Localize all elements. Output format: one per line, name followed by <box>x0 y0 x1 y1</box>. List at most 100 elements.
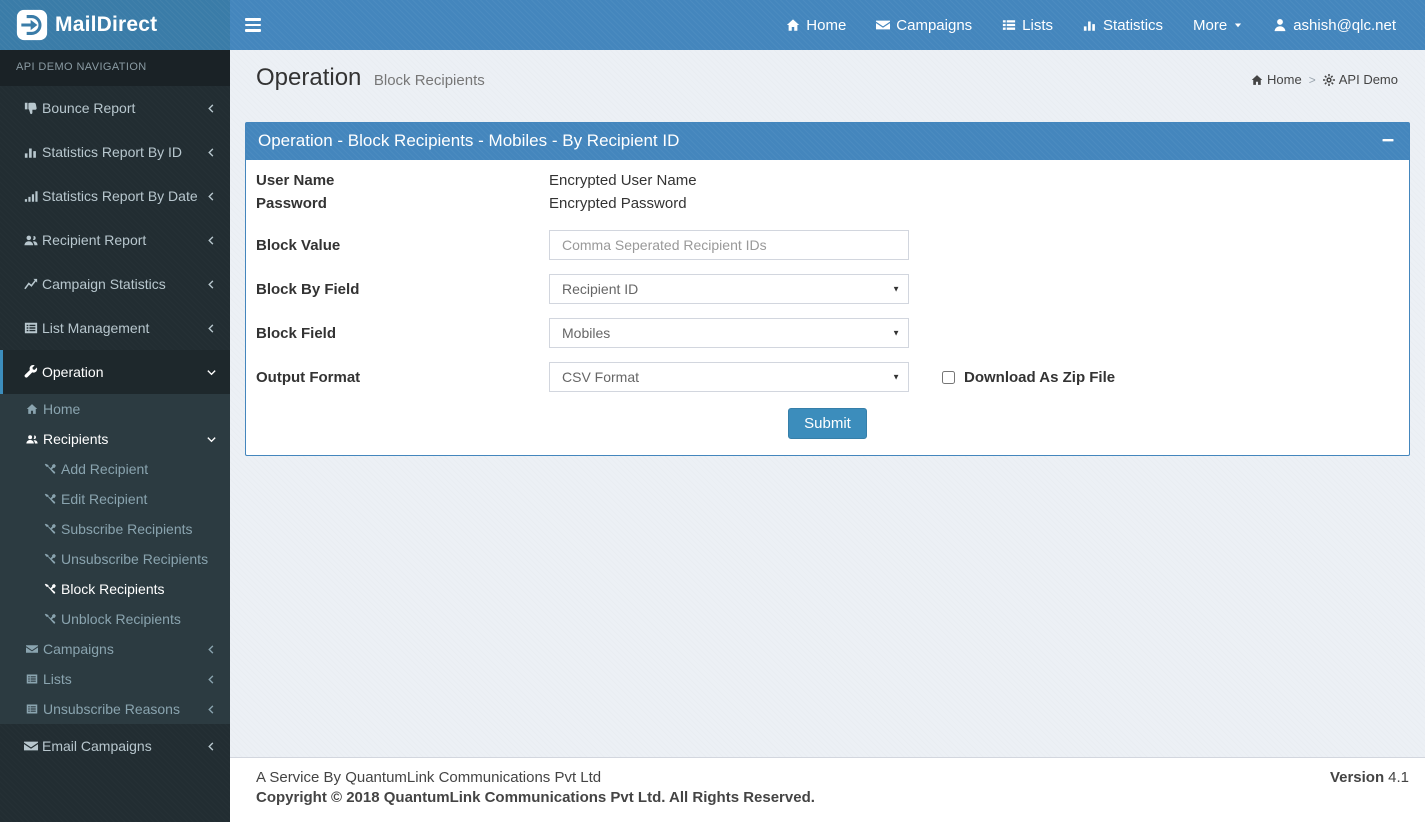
sidebar-item-label: Statistics Report By Date <box>42 188 198 204</box>
download-zip-checkbox[interactable] <box>942 370 955 384</box>
home-icon <box>26 404 38 414</box>
sidebar-item-operation-lists[interactable]: Lists <box>0 664 230 694</box>
wrench-icon <box>24 365 38 378</box>
collapse-minus-icon[interactable] <box>1381 133 1395 147</box>
content-header: Operation Block Recipients Home > API De… <box>230 50 1425 108</box>
sidebar-item-block-recipients[interactable]: Block Recipients <box>0 574 230 604</box>
main-header: MailDirect Home Campaigns Lists Statisti… <box>0 0 1425 50</box>
page-title: Operation <box>256 64 362 91</box>
sidebar-item-label: Lists <box>43 671 72 687</box>
block-value-row: Block Value <box>256 230 1399 260</box>
password-row: Password Encrypted Password <box>256 195 1399 212</box>
brand-logo[interactable]: MailDirect <box>0 0 230 50</box>
block-field-select-wrap: Mobiles <box>549 318 909 348</box>
sidebar-item-operation-campaigns[interactable]: Campaigns <box>0 634 230 664</box>
content-body: Operation - Block Recipients - Mobiles -… <box>230 122 1425 456</box>
sidebar-item-label: Add Recipient <box>61 461 149 477</box>
sidebar-item-label: Edit Recipient <box>61 491 148 507</box>
list-icon <box>26 704 38 714</box>
output-format-label: Output Format <box>256 368 361 386</box>
chevron-left-icon <box>208 674 214 684</box>
sidebar-item-unsubscribe-reasons[interactable]: Unsubscribe Reasons <box>0 694 230 724</box>
sidebar-item-bounce-report[interactable]: Bounce Report <box>0 86 230 130</box>
nav-user-label: ashish@qlc.net <box>1293 16 1396 34</box>
nav-more[interactable]: More <box>1178 0 1258 50</box>
panel-heading: Operation - Block Recipients - Mobiles -… <box>246 123 1409 160</box>
sidebar-item-unsubscribe-recipients[interactable]: Unsubscribe Recipients <box>0 544 230 574</box>
sidebar-item-recipient-report[interactable]: Recipient Report <box>0 218 230 262</box>
maildirect-logo-icon <box>16 9 48 41</box>
sidebar-item-subscribe-recipients[interactable]: Subscribe Recipients <box>0 514 230 544</box>
sidebar-toggle-button[interactable] <box>230 0 276 50</box>
top-navbar: Home Campaigns Lists Statistics More ash… <box>230 0 1425 50</box>
sidebar-item-list-management[interactable]: List Management <box>0 306 230 350</box>
sidebar-item-label: Bounce Report <box>42 100 136 116</box>
block-value-input[interactable] <box>549 230 909 260</box>
sidebar-item-label: Unsubscribe Reasons <box>43 701 180 717</box>
submit-button[interactable]: Submit <box>788 408 867 439</box>
bar-chart-icon <box>1083 21 1095 31</box>
sidebar-item-recipients[interactable]: Recipients <box>0 424 230 454</box>
sidebar-item-statistics-report-by-id[interactable]: Statistics Report By ID <box>0 130 230 174</box>
home-icon <box>1251 74 1263 85</box>
sidebar-item-label: Email Campaigns <box>42 738 152 754</box>
sidebar-item-label: Subscribe Recipients <box>61 521 193 537</box>
sidebar-item-add-recipient[interactable]: Add Recipient <box>0 454 230 484</box>
sidebar-item-edit-recipient[interactable]: Edit Recipient <box>0 484 230 514</box>
sidebar-item-campaign-statistics[interactable]: Campaign Statistics <box>0 262 230 306</box>
tools-icon <box>44 463 56 474</box>
sidebar-item-email-campaigns[interactable]: Email Campaigns <box>0 724 230 768</box>
chevron-left-icon <box>208 741 214 751</box>
envelope-icon <box>876 20 891 30</box>
breadcrumb-home-link[interactable]: Home <box>1251 72 1302 87</box>
thumbs-down-icon <box>24 102 37 115</box>
chevron-left-icon <box>208 147 214 157</box>
sidebar: API DEMO NAVIGATION Bounce Report Statis… <box>0 50 230 822</box>
sidebar-item-label: List Management <box>42 320 150 336</box>
main-footer: Version 4.1 A Service By QuantumLink Comm… <box>230 757 1425 822</box>
block-by-field-row: Block By Field Recipient ID <box>256 274 1399 304</box>
chevron-left-icon <box>208 279 214 289</box>
nav-lists[interactable]: Lists <box>987 0 1068 50</box>
nav-lists-label: Lists <box>1022 16 1054 34</box>
brand-name: MailDirect <box>55 13 158 36</box>
user-name-label: User Name <box>256 172 335 189</box>
sidebar-item-operation[interactable]: Operation <box>0 350 230 394</box>
chevron-down-icon <box>207 369 216 375</box>
nav-campaigns[interactable]: Campaigns <box>861 0 987 50</box>
nav-more-label: More <box>1193 16 1228 34</box>
breadcrumb-api-demo-link[interactable]: API Demo <box>1322 72 1398 87</box>
sidebar-menu: Bounce Report Statistics Report By ID St… <box>0 86 230 768</box>
version-label: Version <box>1329 769 1385 786</box>
chevron-left-icon <box>208 235 214 245</box>
sidebar-item-operation-home[interactable]: Home <box>0 394 230 424</box>
panel-body: User Name Encrypted User Name Password E… <box>246 160 1409 455</box>
block-field-label: Block Field <box>256 324 337 342</box>
breadcrumb-separator: > <box>1308 72 1316 87</box>
nav-user[interactable]: ashish@qlc.net <box>1258 0 1411 50</box>
nav-home[interactable]: Home <box>771 0 861 50</box>
sidebar-item-unblock-recipients[interactable]: Unblock Recipients <box>0 604 230 634</box>
sidebar-item-label: Block Recipients <box>61 581 165 597</box>
user-name-value: Encrypted User Name <box>549 172 697 189</box>
sidebar-item-statistics-report-by-date[interactable]: Statistics Report By Date <box>0 174 230 218</box>
nav-home-label: Home <box>806 16 847 34</box>
chevron-left-icon <box>208 103 214 113</box>
users-icon <box>26 435 38 444</box>
nav-statistics[interactable]: Statistics <box>1068 0 1178 50</box>
gear-icon <box>1322 73 1335 86</box>
block-by-field-select[interactable]: Recipient ID <box>549 274 909 304</box>
breadcrumb: Home > API Demo <box>1251 72 1398 87</box>
chevron-left-icon <box>208 323 214 333</box>
bar-chart-icon <box>24 148 36 158</box>
sidebar-item-label: Recipients <box>43 431 109 447</box>
chevron-down-icon <box>207 436 216 442</box>
sidebar-section-header: API DEMO NAVIGATION <box>0 50 230 86</box>
sidebar-item-label: Campaign Statistics <box>42 276 166 292</box>
output-format-select[interactable]: CSV Format <box>549 362 909 392</box>
block-field-select[interactable]: Mobiles <box>549 318 909 348</box>
signal-icon <box>24 191 38 202</box>
operation-submenu: Home Recipients Add Recipient Edit Recip… <box>0 394 230 724</box>
panel-title: Operation - Block Recipients - Mobiles -… <box>258 131 680 150</box>
list-icon <box>1003 20 1016 30</box>
